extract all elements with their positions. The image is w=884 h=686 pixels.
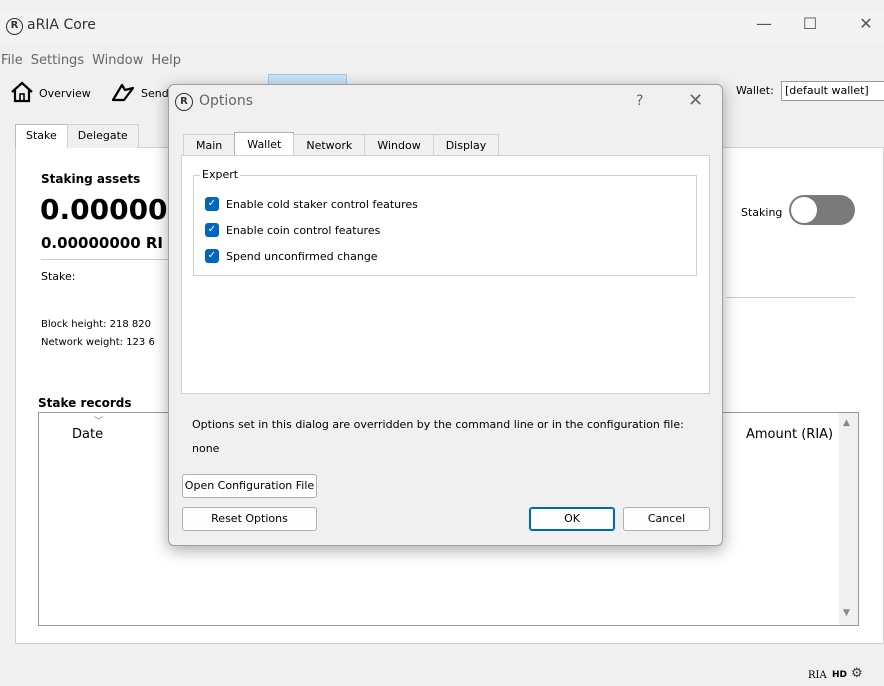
divider xyxy=(41,259,181,260)
tab-display[interactable]: Display xyxy=(432,134,500,155)
column-header-date[interactable]: Date xyxy=(72,427,103,442)
send-arrow-icon xyxy=(110,81,136,106)
status-hd-badge: HD xyxy=(832,670,848,680)
close-window-button[interactable]: ✕ xyxy=(846,14,884,40)
menu-file[interactable]: File xyxy=(0,50,27,72)
checkbox-coin-control[interactable]: ✓ Enable coin control features xyxy=(205,223,380,237)
staking-assets-title: Staking assets xyxy=(41,172,141,186)
cancel-button[interactable]: Cancel xyxy=(623,507,710,531)
network-weight: Network weight: 123 6 xyxy=(41,337,155,348)
window-title: aRIA Core xyxy=(27,17,96,33)
dialog-logo-icon: R xyxy=(175,93,193,111)
tab-main[interactable]: Main xyxy=(183,134,236,155)
dialog-close-button[interactable]: ✕ xyxy=(688,90,703,111)
total-balance: 0.000000 xyxy=(40,193,188,226)
checkbox-label: Spend unconfirmed change xyxy=(226,249,378,263)
checkmark-icon[interactable]: ✓ xyxy=(205,197,219,211)
reset-options-button[interactable]: Reset Options xyxy=(182,507,317,531)
maximize-button[interactable]: ☐ xyxy=(790,14,830,40)
checkbox-label: Enable cold staker control features xyxy=(226,197,418,211)
stake-label: Stake: xyxy=(41,270,76,283)
wallet-label: Wallet: xyxy=(736,84,774,97)
help-button[interactable]: ? xyxy=(636,93,643,109)
minimize-button[interactable]: — xyxy=(744,14,784,40)
dialog-tab-bar: Main Wallet Network Window Display xyxy=(183,132,500,156)
ok-button[interactable]: OK xyxy=(529,507,615,531)
checkbox-cold-staker[interactable]: ✓ Enable cold staker control features xyxy=(205,197,418,211)
tab-window[interactable]: Window xyxy=(364,134,434,155)
override-note-value: none xyxy=(192,442,220,455)
menu-window[interactable]: Window xyxy=(88,50,147,72)
block-height: Block height: 218 820 xyxy=(41,319,151,330)
menu-settings[interactable]: Settings xyxy=(27,50,88,72)
wallet-select[interactable]: [default wallet] xyxy=(781,81,884,101)
scroll-up-icon[interactable]: ▲ xyxy=(843,418,850,428)
staking-toggle-label: Staking xyxy=(741,206,783,219)
staking-balance: 0.00000000 RI xyxy=(41,234,163,252)
overview-label: Overview xyxy=(39,86,91,100)
checkbox-label: Enable coin control features xyxy=(226,223,381,237)
menu-help[interactable]: Help xyxy=(147,50,185,72)
sort-chevron-icon: ﹀ xyxy=(94,417,104,427)
checkbox-spend-unconfirmed[interactable]: ✓ Spend unconfirmed change xyxy=(205,249,378,263)
app-logo-icon: R xyxy=(6,18,23,35)
checkmark-icon[interactable]: ✓ xyxy=(205,249,219,263)
staking-toggle-knob xyxy=(791,197,817,223)
send-label: Send xyxy=(141,86,169,100)
menu-bar: File Settings Window Help xyxy=(0,50,185,72)
send-button[interactable]: Send xyxy=(110,78,169,108)
tab-wallet[interactable]: Wallet xyxy=(234,132,295,155)
dialog-title: Options xyxy=(199,93,254,109)
expert-group-title: Expert xyxy=(200,168,241,181)
override-note: Options set in this dialog are overridde… xyxy=(192,418,684,431)
divider xyxy=(726,297,855,298)
tab-network[interactable]: Network xyxy=(293,134,366,155)
staking-status-icon: ⚙ xyxy=(851,666,863,681)
stake-records-title: Stake records xyxy=(38,396,132,410)
column-header-amount[interactable]: Amount (RIA) xyxy=(746,427,833,442)
tab-delegate[interactable]: Delegate xyxy=(66,124,139,148)
overview-button[interactable]: Overview xyxy=(10,78,91,108)
checkmark-icon[interactable]: ✓ xyxy=(205,223,219,237)
tab-stake[interactable]: Stake xyxy=(15,124,68,148)
status-unit: RIA xyxy=(808,670,827,681)
open-config-file-button[interactable]: Open Configuration File xyxy=(182,474,317,498)
main-tab-bar: Stake Delegate xyxy=(15,124,139,148)
home-icon xyxy=(10,81,34,106)
scroll-down-icon[interactable]: ▼ xyxy=(843,608,850,618)
vertical-scrollbar[interactable] xyxy=(839,413,858,625)
